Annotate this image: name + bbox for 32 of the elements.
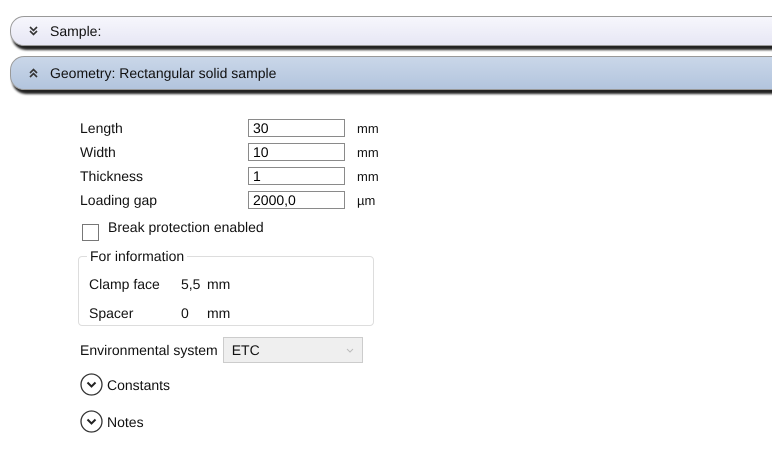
section-header[interactable]: Geometry: Rectangular solid sample [10, 56, 772, 90]
field-label: Width [80, 144, 117, 160]
field-label: Environmental system [80, 342, 218, 358]
info-label: Spacer [89, 304, 134, 320]
chevron-icon [29, 68, 38, 78]
checkbox-label: Break protection enabled [108, 219, 264, 235]
unit-label: mm [357, 168, 380, 184]
checkbox[interactable] [82, 224, 99, 241]
unit-label: mm [207, 276, 230, 292]
input-field[interactable]: 1 [248, 167, 345, 185]
chevron-icon [29, 26, 38, 36]
expander-label[interactable]: Constants [107, 376, 170, 392]
input-field[interactable]: 10 [248, 143, 345, 161]
expand-icon[interactable] [80, 373, 103, 396]
info-label: Clamp face [89, 276, 161, 292]
expand-icon[interactable] [80, 410, 103, 433]
field-label: Loading gap [80, 192, 158, 208]
info-value: 0 [181, 304, 190, 320]
group-title: For information [87, 248, 188, 264]
unit-label: µm [357, 192, 376, 208]
unit-label: mm [357, 144, 380, 160]
section-title: Sample: [50, 23, 102, 39]
info-value: 5,5 [181, 276, 202, 292]
field-label: Length [80, 120, 124, 136]
unit-label: mm [207, 304, 230, 320]
input-field[interactable]: 30 [248, 119, 345, 137]
section-title: Geometry: Rectangular solid sample [50, 65, 276, 81]
input-field[interactable]: 2000,0 [248, 191, 345, 209]
field-label: Thickness [80, 168, 144, 184]
section-header[interactable]: Sample: [10, 16, 772, 46]
expander-label[interactable]: Notes [107, 414, 144, 430]
unit-label: mm [357, 120, 380, 136]
